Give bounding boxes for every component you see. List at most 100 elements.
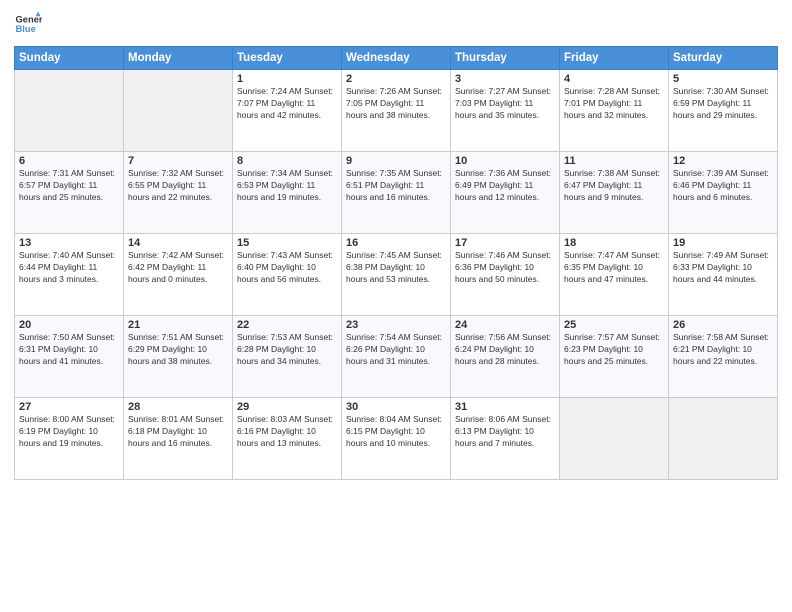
week-row-2: 13Sunrise: 7:40 AM Sunset: 6:44 PM Dayli…: [15, 234, 778, 316]
day-number: 19: [673, 237, 773, 249]
day-number: 25: [564, 319, 664, 331]
day-cell: 29Sunrise: 8:03 AM Sunset: 6:16 PM Dayli…: [233, 398, 342, 480]
day-info: Sunrise: 7:53 AM Sunset: 6:28 PM Dayligh…: [237, 332, 337, 368]
day-number: 2: [346, 73, 446, 85]
day-number: 23: [346, 319, 446, 331]
day-cell: [669, 398, 778, 480]
day-cell: 8Sunrise: 7:34 AM Sunset: 6:53 PM Daylig…: [233, 152, 342, 234]
day-cell: 2Sunrise: 7:26 AM Sunset: 7:05 PM Daylig…: [342, 70, 451, 152]
calendar-page: General Blue SundayMondayTuesdayWednesda…: [0, 0, 792, 612]
day-info: Sunrise: 7:31 AM Sunset: 6:57 PM Dayligh…: [19, 168, 119, 204]
day-header-saturday: Saturday: [669, 47, 778, 70]
day-info: Sunrise: 8:03 AM Sunset: 6:16 PM Dayligh…: [237, 414, 337, 450]
day-info: Sunrise: 7:46 AM Sunset: 6:36 PM Dayligh…: [455, 250, 555, 286]
logo-icon: General Blue: [14, 10, 42, 38]
day-number: 3: [455, 73, 555, 85]
week-row-1: 6Sunrise: 7:31 AM Sunset: 6:57 PM Daylig…: [15, 152, 778, 234]
day-cell: 6Sunrise: 7:31 AM Sunset: 6:57 PM Daylig…: [15, 152, 124, 234]
day-number: 28: [128, 401, 228, 413]
day-info: Sunrise: 8:04 AM Sunset: 6:15 PM Dayligh…: [346, 414, 446, 450]
day-number: 27: [19, 401, 119, 413]
day-info: Sunrise: 7:56 AM Sunset: 6:24 PM Dayligh…: [455, 332, 555, 368]
day-header-thursday: Thursday: [451, 47, 560, 70]
day-number: 31: [455, 401, 555, 413]
day-info: Sunrise: 7:26 AM Sunset: 7:05 PM Dayligh…: [346, 86, 446, 122]
day-info: Sunrise: 8:06 AM Sunset: 6:13 PM Dayligh…: [455, 414, 555, 450]
day-cell: 10Sunrise: 7:36 AM Sunset: 6:49 PM Dayli…: [451, 152, 560, 234]
day-header-tuesday: Tuesday: [233, 47, 342, 70]
day-cell: 26Sunrise: 7:58 AM Sunset: 6:21 PM Dayli…: [669, 316, 778, 398]
day-number: 24: [455, 319, 555, 331]
calendar-table: SundayMondayTuesdayWednesdayThursdayFrid…: [14, 46, 778, 480]
day-cell: 17Sunrise: 7:46 AM Sunset: 6:36 PM Dayli…: [451, 234, 560, 316]
day-number: 10: [455, 155, 555, 167]
day-cell: 5Sunrise: 7:30 AM Sunset: 6:59 PM Daylig…: [669, 70, 778, 152]
day-cell: 3Sunrise: 7:27 AM Sunset: 7:03 PM Daylig…: [451, 70, 560, 152]
day-number: 29: [237, 401, 337, 413]
day-info: Sunrise: 7:34 AM Sunset: 6:53 PM Dayligh…: [237, 168, 337, 204]
header: General Blue: [14, 10, 778, 38]
day-cell: 15Sunrise: 7:43 AM Sunset: 6:40 PM Dayli…: [233, 234, 342, 316]
day-info: Sunrise: 7:50 AM Sunset: 6:31 PM Dayligh…: [19, 332, 119, 368]
day-number: 14: [128, 237, 228, 249]
day-cell: 23Sunrise: 7:54 AM Sunset: 6:26 PM Dayli…: [342, 316, 451, 398]
day-cell: [560, 398, 669, 480]
day-info: Sunrise: 7:39 AM Sunset: 6:46 PM Dayligh…: [673, 168, 773, 204]
day-number: 11: [564, 155, 664, 167]
day-number: 5: [673, 73, 773, 85]
day-cell: 14Sunrise: 7:42 AM Sunset: 6:42 PM Dayli…: [124, 234, 233, 316]
day-header-wednesday: Wednesday: [342, 47, 451, 70]
day-info: Sunrise: 7:36 AM Sunset: 6:49 PM Dayligh…: [455, 168, 555, 204]
week-row-4: 27Sunrise: 8:00 AM Sunset: 6:19 PM Dayli…: [15, 398, 778, 480]
day-info: Sunrise: 7:28 AM Sunset: 7:01 PM Dayligh…: [564, 86, 664, 122]
day-number: 17: [455, 237, 555, 249]
day-info: Sunrise: 7:51 AM Sunset: 6:29 PM Dayligh…: [128, 332, 228, 368]
day-number: 7: [128, 155, 228, 167]
day-number: 15: [237, 237, 337, 249]
day-header-sunday: Sunday: [15, 47, 124, 70]
svg-text:Blue: Blue: [16, 24, 36, 34]
day-number: 26: [673, 319, 773, 331]
day-cell: 12Sunrise: 7:39 AM Sunset: 6:46 PM Dayli…: [669, 152, 778, 234]
day-info: Sunrise: 7:58 AM Sunset: 6:21 PM Dayligh…: [673, 332, 773, 368]
day-info: Sunrise: 7:42 AM Sunset: 6:42 PM Dayligh…: [128, 250, 228, 286]
day-cell: 31Sunrise: 8:06 AM Sunset: 6:13 PM Dayli…: [451, 398, 560, 480]
day-info: Sunrise: 7:30 AM Sunset: 6:59 PM Dayligh…: [673, 86, 773, 122]
day-cell: 27Sunrise: 8:00 AM Sunset: 6:19 PM Dayli…: [15, 398, 124, 480]
day-cell: 20Sunrise: 7:50 AM Sunset: 6:31 PM Dayli…: [15, 316, 124, 398]
day-cell: 30Sunrise: 8:04 AM Sunset: 6:15 PM Dayli…: [342, 398, 451, 480]
day-number: 1: [237, 73, 337, 85]
day-info: Sunrise: 8:00 AM Sunset: 6:19 PM Dayligh…: [19, 414, 119, 450]
day-info: Sunrise: 7:43 AM Sunset: 6:40 PM Dayligh…: [237, 250, 337, 286]
day-info: Sunrise: 7:38 AM Sunset: 6:47 PM Dayligh…: [564, 168, 664, 204]
day-number: 6: [19, 155, 119, 167]
day-cell: 24Sunrise: 7:56 AM Sunset: 6:24 PM Dayli…: [451, 316, 560, 398]
day-number: 12: [673, 155, 773, 167]
day-info: Sunrise: 7:49 AM Sunset: 6:33 PM Dayligh…: [673, 250, 773, 286]
day-cell: 7Sunrise: 7:32 AM Sunset: 6:55 PM Daylig…: [124, 152, 233, 234]
day-cell: 22Sunrise: 7:53 AM Sunset: 6:28 PM Dayli…: [233, 316, 342, 398]
day-info: Sunrise: 7:40 AM Sunset: 6:44 PM Dayligh…: [19, 250, 119, 286]
day-number: 8: [237, 155, 337, 167]
day-cell: 19Sunrise: 7:49 AM Sunset: 6:33 PM Dayli…: [669, 234, 778, 316]
day-header-monday: Monday: [124, 47, 233, 70]
day-number: 30: [346, 401, 446, 413]
day-number: 9: [346, 155, 446, 167]
day-number: 13: [19, 237, 119, 249]
day-info: Sunrise: 8:01 AM Sunset: 6:18 PM Dayligh…: [128, 414, 228, 450]
day-cell: 16Sunrise: 7:45 AM Sunset: 6:38 PM Dayli…: [342, 234, 451, 316]
day-cell: [124, 70, 233, 152]
day-number: 18: [564, 237, 664, 249]
day-cell: 21Sunrise: 7:51 AM Sunset: 6:29 PM Dayli…: [124, 316, 233, 398]
day-cell: 25Sunrise: 7:57 AM Sunset: 6:23 PM Dayli…: [560, 316, 669, 398]
day-info: Sunrise: 7:27 AM Sunset: 7:03 PM Dayligh…: [455, 86, 555, 122]
day-info: Sunrise: 7:47 AM Sunset: 6:35 PM Dayligh…: [564, 250, 664, 286]
day-number: 20: [19, 319, 119, 331]
week-row-3: 20Sunrise: 7:50 AM Sunset: 6:31 PM Dayli…: [15, 316, 778, 398]
day-number: 4: [564, 73, 664, 85]
day-info: Sunrise: 7:45 AM Sunset: 6:38 PM Dayligh…: [346, 250, 446, 286]
day-cell: [15, 70, 124, 152]
day-info: Sunrise: 7:24 AM Sunset: 7:07 PM Dayligh…: [237, 86, 337, 122]
day-cell: 4Sunrise: 7:28 AM Sunset: 7:01 PM Daylig…: [560, 70, 669, 152]
day-cell: 28Sunrise: 8:01 AM Sunset: 6:18 PM Dayli…: [124, 398, 233, 480]
